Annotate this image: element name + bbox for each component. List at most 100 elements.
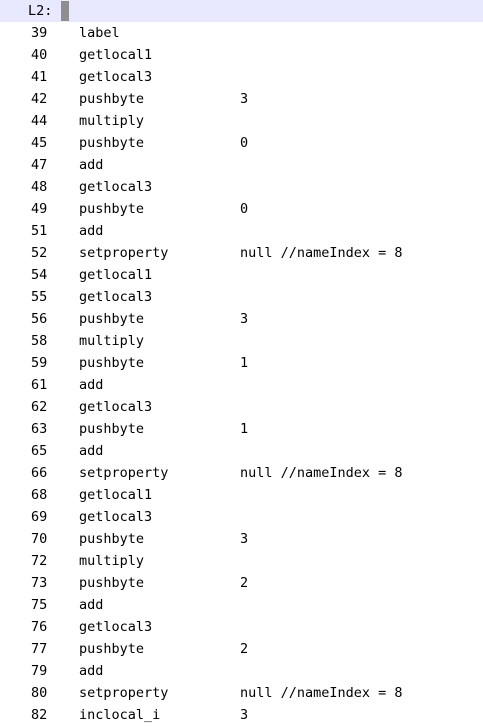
- code-line[interactable]: 49 pushbyte 0: [0, 198, 483, 220]
- instruction-opcode: pushbyte: [79, 311, 145, 327]
- line-number: 79: [31, 663, 48, 679]
- code-line[interactable]: 65 add: [0, 440, 483, 462]
- code-line[interactable]: 77 pushbyte 2: [0, 638, 483, 660]
- line-number: 73: [31, 575, 48, 591]
- instruction-argument: 1: [240, 421, 249, 437]
- instruction-opcode: add: [79, 663, 104, 679]
- current-line[interactable]: L2:: [0, 0, 483, 22]
- code-line[interactable]: 66 setproperty null //nameIndex = 8: [0, 462, 483, 484]
- instruction-opcode: setproperty: [79, 245, 169, 261]
- code-line[interactable]: 41 getlocal3: [0, 66, 483, 88]
- line-number: 65: [31, 443, 48, 459]
- code-line[interactable]: 63 pushbyte 1: [0, 418, 483, 440]
- instruction-argument: 3: [240, 531, 249, 547]
- code-line[interactable]: 39 label: [0, 22, 483, 44]
- instruction-argument: null //nameIndex = 8: [240, 685, 403, 701]
- line-number: 80: [31, 685, 48, 701]
- line-number: 82: [31, 707, 48, 723]
- line-number: 54: [31, 267, 48, 283]
- line-number: 68: [31, 487, 48, 503]
- line-number: 66: [31, 465, 48, 481]
- code-line[interactable]: 59 pushbyte 1: [0, 352, 483, 374]
- code-line[interactable]: 45 pushbyte 0: [0, 132, 483, 154]
- instruction-opcode: getlocal3: [79, 509, 153, 525]
- line-number: 52: [31, 245, 48, 261]
- line-number: 49: [31, 201, 48, 217]
- instruction-opcode: setproperty: [79, 685, 169, 701]
- instruction-argument: null //nameIndex = 8: [240, 245, 403, 261]
- code-line[interactable]: 80 setproperty null //nameIndex = 8: [0, 682, 483, 704]
- instruction-opcode: getlocal1: [79, 487, 153, 503]
- code-line[interactable]: 58 multiply: [0, 330, 483, 352]
- instruction-argument: 0: [240, 201, 249, 217]
- instruction-opcode: getlocal3: [79, 619, 153, 635]
- code-line[interactable]: 72 multiply: [0, 550, 483, 572]
- line-number: 55: [31, 289, 48, 305]
- code-line[interactable]: 48 getlocal3: [0, 176, 483, 198]
- instruction-opcode: getlocal3: [79, 69, 153, 85]
- code-line[interactable]: 76 getlocal3: [0, 616, 483, 638]
- code-line[interactable]: 70 pushbyte 3: [0, 528, 483, 550]
- line-number: 56: [31, 311, 48, 327]
- code-line[interactable]: 47 add: [0, 154, 483, 176]
- text-cursor: [61, 1, 69, 21]
- instruction-opcode: multiply: [79, 333, 145, 349]
- instruction-opcode: pushbyte: [79, 421, 145, 437]
- code-line[interactable]: 62 getlocal3: [0, 396, 483, 418]
- line-number: 44: [31, 113, 48, 129]
- code-line[interactable]: 51 add: [0, 220, 483, 242]
- code-editor[interactable]: L2: 39 label 40 getlocal1 41 getlocal3 42 pushb…: [0, 0, 483, 728]
- instruction-opcode: add: [79, 157, 104, 173]
- code-line[interactable]: 82 inclocal_i 3: [0, 704, 483, 726]
- instruction-opcode: getlocal3: [79, 289, 153, 305]
- code-line[interactable]: 42 pushbyte 3: [0, 88, 483, 110]
- line-number: 59: [31, 355, 48, 371]
- line-number: 63: [31, 421, 48, 437]
- instruction-opcode: add: [79, 443, 104, 459]
- instruction-argument: 3: [240, 311, 249, 327]
- line-number: 72: [31, 553, 48, 569]
- instruction-opcode: multiply: [79, 553, 145, 569]
- instruction-argument: 3: [240, 707, 249, 723]
- line-number: 69: [31, 509, 48, 525]
- line-number: 48: [31, 179, 48, 195]
- code-line[interactable]: 75 add: [0, 594, 483, 616]
- instruction-opcode: inclocal_i: [79, 707, 161, 723]
- line-number: 62: [31, 399, 48, 415]
- code-line[interactable]: 52 setproperty null //nameIndex = 8: [0, 242, 483, 264]
- instruction-opcode: setproperty: [79, 465, 169, 481]
- instruction-argument: 0: [240, 135, 249, 151]
- code-lines: 39 label 40 getlocal1 41 getlocal3 42 pushbyte 3…: [0, 22, 483, 726]
- instruction-opcode: add: [79, 223, 104, 239]
- line-label: L2:: [28, 3, 53, 19]
- code-line[interactable]: 61 add: [0, 374, 483, 396]
- code-line[interactable]: 68 getlocal1: [0, 484, 483, 506]
- instruction-opcode: pushbyte: [79, 355, 145, 371]
- instruction-opcode: getlocal3: [79, 179, 153, 195]
- code-line[interactable]: 55 getlocal3: [0, 286, 483, 308]
- line-number: 47: [31, 157, 48, 173]
- instruction-opcode: getlocal1: [79, 47, 153, 63]
- line-number: 45: [31, 135, 48, 151]
- line-number: 41: [31, 69, 48, 85]
- line-number: 58: [31, 333, 48, 349]
- instruction-argument: 1: [240, 355, 249, 371]
- instruction-opcode: pushbyte: [79, 531, 145, 547]
- instruction-opcode: getlocal3: [79, 399, 153, 415]
- instruction-argument: null //nameIndex = 8: [240, 465, 403, 481]
- code-line[interactable]: 44 multiply: [0, 110, 483, 132]
- instruction-opcode: pushbyte: [79, 201, 145, 217]
- code-line[interactable]: 69 getlocal3: [0, 506, 483, 528]
- line-number: 70: [31, 531, 48, 547]
- code-line[interactable]: 73 pushbyte 2: [0, 572, 483, 594]
- instruction-argument: 3: [240, 91, 249, 107]
- code-line[interactable]: 79 add: [0, 660, 483, 682]
- instruction-opcode: pushbyte: [79, 135, 145, 151]
- code-line[interactable]: 56 pushbyte 3: [0, 308, 483, 330]
- line-number: 51: [31, 223, 48, 239]
- code-line[interactable]: 40 getlocal1: [0, 44, 483, 66]
- line-number: 61: [31, 377, 48, 393]
- line-number: 42: [31, 91, 48, 107]
- code-line[interactable]: 54 getlocal1: [0, 264, 483, 286]
- line-number: 77: [31, 641, 48, 657]
